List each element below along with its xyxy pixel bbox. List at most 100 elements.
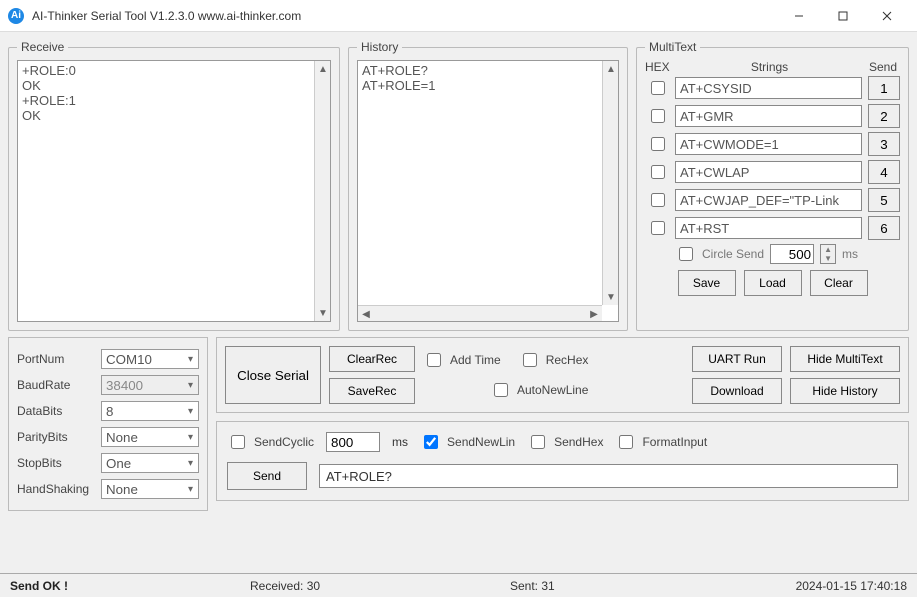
multitext-string-input[interactable] (675, 77, 862, 99)
receive-legend: Receive (17, 40, 68, 54)
close-serial-button[interactable]: Close Serial (225, 346, 321, 404)
databits-label: DataBits (17, 404, 101, 418)
send-interval-input[interactable] (326, 432, 380, 452)
multitext-header-strings: Strings (677, 60, 862, 74)
send-panel: SendCyclic ms SendNewLin SendHex FormatI… (216, 421, 909, 501)
multitext-row: 4 (645, 160, 900, 184)
send-newline-checkbox[interactable] (424, 435, 438, 449)
history-text: AT+ROLE? AT+ROLE=1 (358, 61, 602, 305)
multitext-load-button[interactable]: Load (744, 270, 802, 296)
status-sent: Sent: 31 (510, 579, 555, 593)
portnum-combo[interactable]: ▾ (101, 349, 199, 369)
multitext-clear-button[interactable]: Clear (810, 270, 868, 296)
format-input-label: FormatInput (642, 435, 707, 449)
send-input[interactable] (319, 464, 898, 488)
multitext-row: 2 (645, 104, 900, 128)
hide-multitext-button[interactable]: Hide MultiText (790, 346, 900, 372)
portnum-label: PortNum (17, 352, 101, 366)
multitext-send-button[interactable]: 1 (868, 76, 900, 100)
send-cyclic-checkbox[interactable] (231, 435, 245, 449)
stopbits-label: StopBits (17, 456, 101, 470)
scroll-up-icon[interactable]: ▲ (603, 61, 619, 77)
auto-newline-checkbox[interactable] (494, 383, 508, 397)
multitext-header-hex: HEX (645, 60, 673, 74)
scroll-down-icon[interactable]: ▼ (603, 289, 619, 305)
multitext-hex-checkbox[interactable] (651, 137, 665, 151)
status-message: Send OK ! (10, 579, 68, 593)
history-hscrollbar[interactable]: ◀ ▶ (358, 305, 602, 321)
send-hex-label: SendHex (554, 435, 603, 449)
stopbits-combo[interactable]: ▾ (101, 453, 199, 473)
circle-send-interval[interactable] (770, 244, 814, 264)
close-button[interactable] (865, 0, 909, 32)
multitext-send-button[interactable]: 4 (868, 160, 900, 184)
maximize-button[interactable] (821, 0, 865, 32)
receive-textarea[interactable]: +ROLE:0 OK +ROLE:1 OK ▲ ▼ (17, 60, 331, 322)
history-legend: History (357, 40, 402, 54)
spin-up-icon[interactable]: ▲ (821, 245, 835, 254)
window-title: AI-Thinker Serial Tool V1.2.3.0 www.ai-t… (32, 9, 301, 23)
multitext-send-button[interactable]: 2 (868, 104, 900, 128)
circle-send-checkbox[interactable] (679, 247, 693, 261)
multitext-save-button[interactable]: Save (678, 270, 736, 296)
status-timestamp: 2024-01-15 17:40:18 (796, 579, 907, 593)
minimize-button[interactable] (777, 0, 821, 32)
send-hex-checkbox[interactable] (531, 435, 545, 449)
download-button[interactable]: Download (692, 378, 782, 404)
handshaking-label: HandShaking (17, 482, 101, 496)
multitext-row: 3 (645, 132, 900, 156)
toolbar-panel: Close Serial ClearRec SaveRec Add Time R… (216, 337, 909, 413)
auto-newline-label: AutoNewLine (517, 383, 588, 397)
scroll-down-icon[interactable]: ▼ (315, 305, 331, 321)
multitext-send-button[interactable]: 3 (868, 132, 900, 156)
multitext-string-input[interactable] (675, 217, 862, 239)
status-bar: Send OK ! Received: 30 Sent: 31 2024-01-… (0, 573, 917, 597)
multitext-hex-checkbox[interactable] (651, 81, 665, 95)
send-cyclic-label: SendCyclic (254, 435, 314, 449)
scroll-right-icon[interactable]: ▶ (586, 306, 602, 322)
save-rec-button[interactable]: SaveRec (329, 378, 415, 404)
send-button[interactable]: Send (227, 462, 307, 490)
handshaking-combo[interactable]: ▾ (101, 479, 199, 499)
history-textarea[interactable]: AT+ROLE? AT+ROLE=1 ▲ ▼ ◀ ▶ (357, 60, 619, 322)
add-time-checkbox[interactable] (427, 353, 441, 367)
baudrate-label: BaudRate (17, 378, 101, 392)
paritybits-label: ParityBits (17, 430, 101, 444)
multitext-hex-checkbox[interactable] (651, 109, 665, 123)
hide-history-button[interactable]: Hide History (790, 378, 900, 404)
multitext-panel: MultiText HEX Strings Send 123456 Circle… (636, 40, 909, 331)
spin-down-icon[interactable]: ▼ (821, 254, 835, 263)
uart-run-button[interactable]: UART Run (692, 346, 782, 372)
baudrate-combo[interactable]: ▾ (101, 375, 199, 395)
receive-text: +ROLE:0 OK +ROLE:1 OK (18, 61, 314, 321)
rec-hex-checkbox[interactable] (523, 353, 537, 367)
circle-send-label: Circle Send (702, 247, 764, 261)
scroll-left-icon[interactable]: ◀ (358, 306, 374, 322)
add-time-label: Add Time (450, 353, 501, 367)
multitext-send-button[interactable]: 5 (868, 188, 900, 212)
multitext-hex-checkbox[interactable] (651, 221, 665, 235)
multitext-string-input[interactable] (675, 105, 862, 127)
multitext-string-input[interactable] (675, 133, 862, 155)
receive-panel: Receive +ROLE:0 OK +ROLE:1 OK ▲ ▼ (8, 40, 340, 331)
format-input-checkbox[interactable] (619, 435, 633, 449)
multitext-header-send: Send (866, 60, 900, 74)
multitext-string-input[interactable] (675, 161, 862, 183)
rec-hex-label: RecHex (546, 353, 589, 367)
paritybits-combo[interactable]: ▾ (101, 427, 199, 447)
titlebar: Ai AI-Thinker Serial Tool V1.2.3.0 www.a… (0, 0, 917, 32)
multitext-hex-checkbox[interactable] (651, 193, 665, 207)
port-settings-panel: PortNum ▾ BaudRate ▾ DataBits ▾ ParityBi… (8, 337, 208, 511)
multitext-send-button[interactable]: 6 (868, 216, 900, 240)
multitext-row: 5 (645, 188, 900, 212)
multitext-hex-checkbox[interactable] (651, 165, 665, 179)
circle-send-spinner[interactable]: ▲▼ (820, 244, 836, 264)
multitext-row: 1 (645, 76, 900, 100)
receive-vscrollbar[interactable]: ▲ ▼ (314, 61, 330, 321)
clear-rec-button[interactable]: ClearRec (329, 346, 415, 372)
databits-combo[interactable]: ▾ (101, 401, 199, 421)
history-panel: History AT+ROLE? AT+ROLE=1 ▲ ▼ ◀ ▶ (348, 40, 628, 331)
multitext-string-input[interactable] (675, 189, 862, 211)
history-vscrollbar[interactable]: ▲ ▼ (602, 61, 618, 305)
scroll-up-icon[interactable]: ▲ (315, 61, 331, 77)
